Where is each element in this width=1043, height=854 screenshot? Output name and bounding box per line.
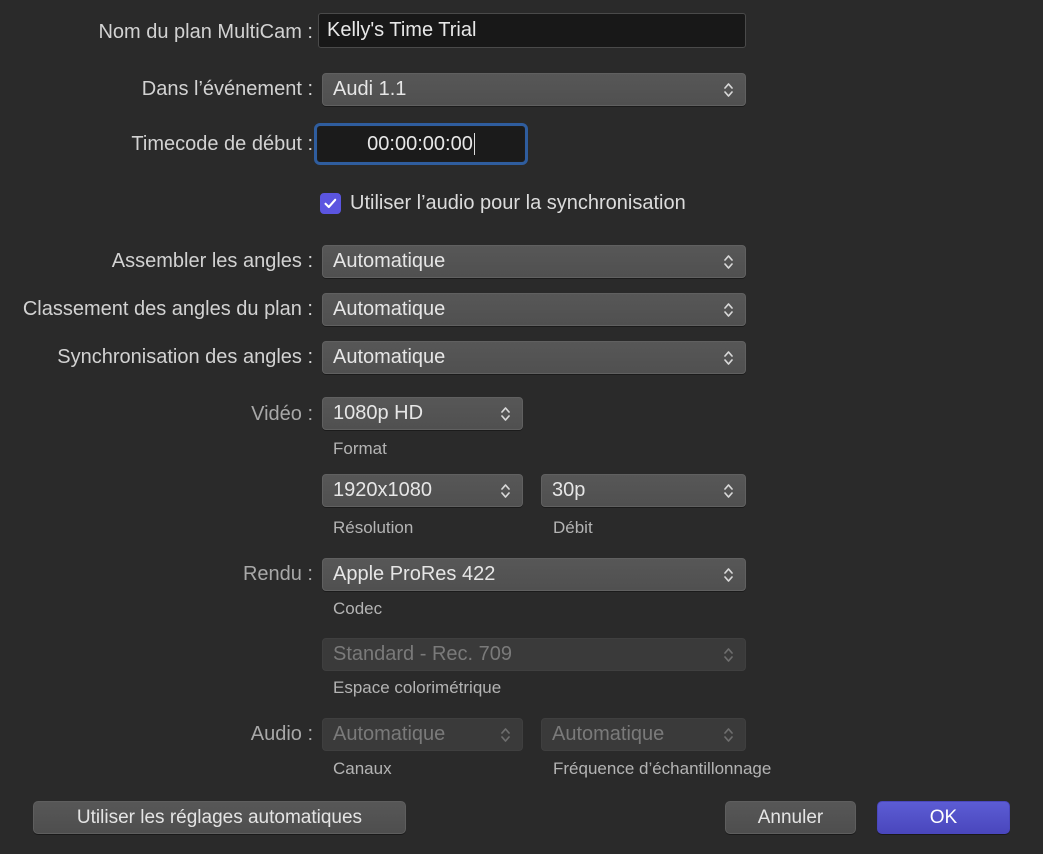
assemble-angles-popup[interactable]: Automatique bbox=[322, 245, 746, 278]
render-label: Rendu : bbox=[243, 564, 313, 584]
video-rate-value: 30p bbox=[552, 479, 716, 502]
use-audio-for-sync-row[interactable]: Utiliser l’audio pour la synchronisation bbox=[320, 192, 686, 215]
use-automatic-settings-button[interactable]: Utiliser les réglages automatiques bbox=[33, 801, 406, 834]
render-color-space-value: Standard - Rec. 709 bbox=[333, 643, 716, 666]
start-timecode-value: 00:00:00:00 bbox=[367, 133, 473, 156]
clip-name-input[interactable]: Kelly's Time Trial bbox=[318, 13, 746, 48]
event-label: Dans l’événement : bbox=[142, 79, 313, 99]
chevron-updown-icon bbox=[722, 644, 735, 666]
angle-ordering-value: Automatique bbox=[333, 298, 716, 321]
clip-name-label: Nom du plan MultiCam : bbox=[98, 22, 313, 42]
angle-ordering-label: Classement des angles du plan : bbox=[23, 299, 313, 319]
video-resolution-caption: Résolution bbox=[333, 519, 413, 536]
angle-synchronization-label: Synchronisation des angles : bbox=[57, 347, 313, 367]
render-color-space-caption: Espace colorimétrique bbox=[333, 679, 501, 696]
start-timecode-input[interactable]: 00:00:00:00 bbox=[317, 126, 525, 162]
chevron-updown-icon bbox=[499, 724, 512, 746]
chevron-updown-icon bbox=[499, 480, 512, 502]
chevron-updown-icon bbox=[722, 564, 735, 586]
angle-synchronization-popup[interactable]: Automatique bbox=[322, 341, 746, 374]
render-codec-caption: Codec bbox=[333, 600, 382, 617]
checkmark-icon bbox=[323, 196, 338, 211]
ok-button[interactable]: OK bbox=[877, 801, 1010, 834]
angle-ordering-popup[interactable]: Automatique bbox=[322, 293, 746, 326]
use-audio-for-sync-label: Utiliser l’audio pour la synchronisation bbox=[350, 192, 686, 215]
audio-sample-rate-caption: Fréquence d’échantillonnage bbox=[553, 760, 771, 777]
video-format-popup[interactable]: 1080p HD bbox=[322, 397, 523, 430]
audio-channels-popup: Automatique bbox=[322, 718, 523, 751]
event-popup-value: Audi 1.1 bbox=[333, 78, 716, 101]
video-rate-popup[interactable]: 30p bbox=[541, 474, 746, 507]
text-caret bbox=[474, 133, 475, 155]
video-format-caption: Format bbox=[333, 440, 387, 457]
chevron-updown-icon bbox=[722, 79, 735, 101]
video-rate-caption: Débit bbox=[553, 519, 593, 536]
audio-sample-rate-value: Automatique bbox=[552, 723, 716, 746]
cancel-button[interactable]: Annuler bbox=[725, 801, 856, 834]
render-codec-value: Apple ProRes 422 bbox=[333, 563, 716, 586]
assemble-angles-value: Automatique bbox=[333, 250, 716, 273]
angle-synchronization-value: Automatique bbox=[333, 346, 716, 369]
render-codec-popup[interactable]: Apple ProRes 422 bbox=[322, 558, 746, 591]
audio-sample-rate-popup: Automatique bbox=[541, 718, 746, 751]
audio-channels-caption: Canaux bbox=[333, 760, 392, 777]
event-popup[interactable]: Audi 1.1 bbox=[322, 73, 746, 106]
use-audio-for-sync-checkbox[interactable] bbox=[320, 193, 341, 214]
chevron-updown-icon bbox=[722, 347, 735, 369]
video-resolution-popup[interactable]: 1920x1080 bbox=[322, 474, 523, 507]
start-timecode-label: Timecode de début : bbox=[131, 134, 313, 154]
render-color-space-popup: Standard - Rec. 709 bbox=[322, 638, 746, 671]
audio-channels-value: Automatique bbox=[333, 723, 493, 746]
chevron-updown-icon bbox=[722, 480, 735, 502]
video-resolution-value: 1920x1080 bbox=[333, 479, 493, 502]
video-label: Vidéo : bbox=[251, 404, 313, 424]
chevron-updown-icon bbox=[722, 251, 735, 273]
chevron-updown-icon bbox=[499, 403, 512, 425]
audio-label: Audio : bbox=[251, 724, 313, 744]
chevron-updown-icon bbox=[722, 724, 735, 746]
multicam-settings-dialog: { "dialog": { "background_color": "#2a2a… bbox=[0, 0, 1043, 854]
assemble-angles-label: Assembler les angles : bbox=[112, 251, 313, 271]
video-format-value: 1080p HD bbox=[333, 402, 493, 425]
chevron-updown-icon bbox=[722, 299, 735, 321]
